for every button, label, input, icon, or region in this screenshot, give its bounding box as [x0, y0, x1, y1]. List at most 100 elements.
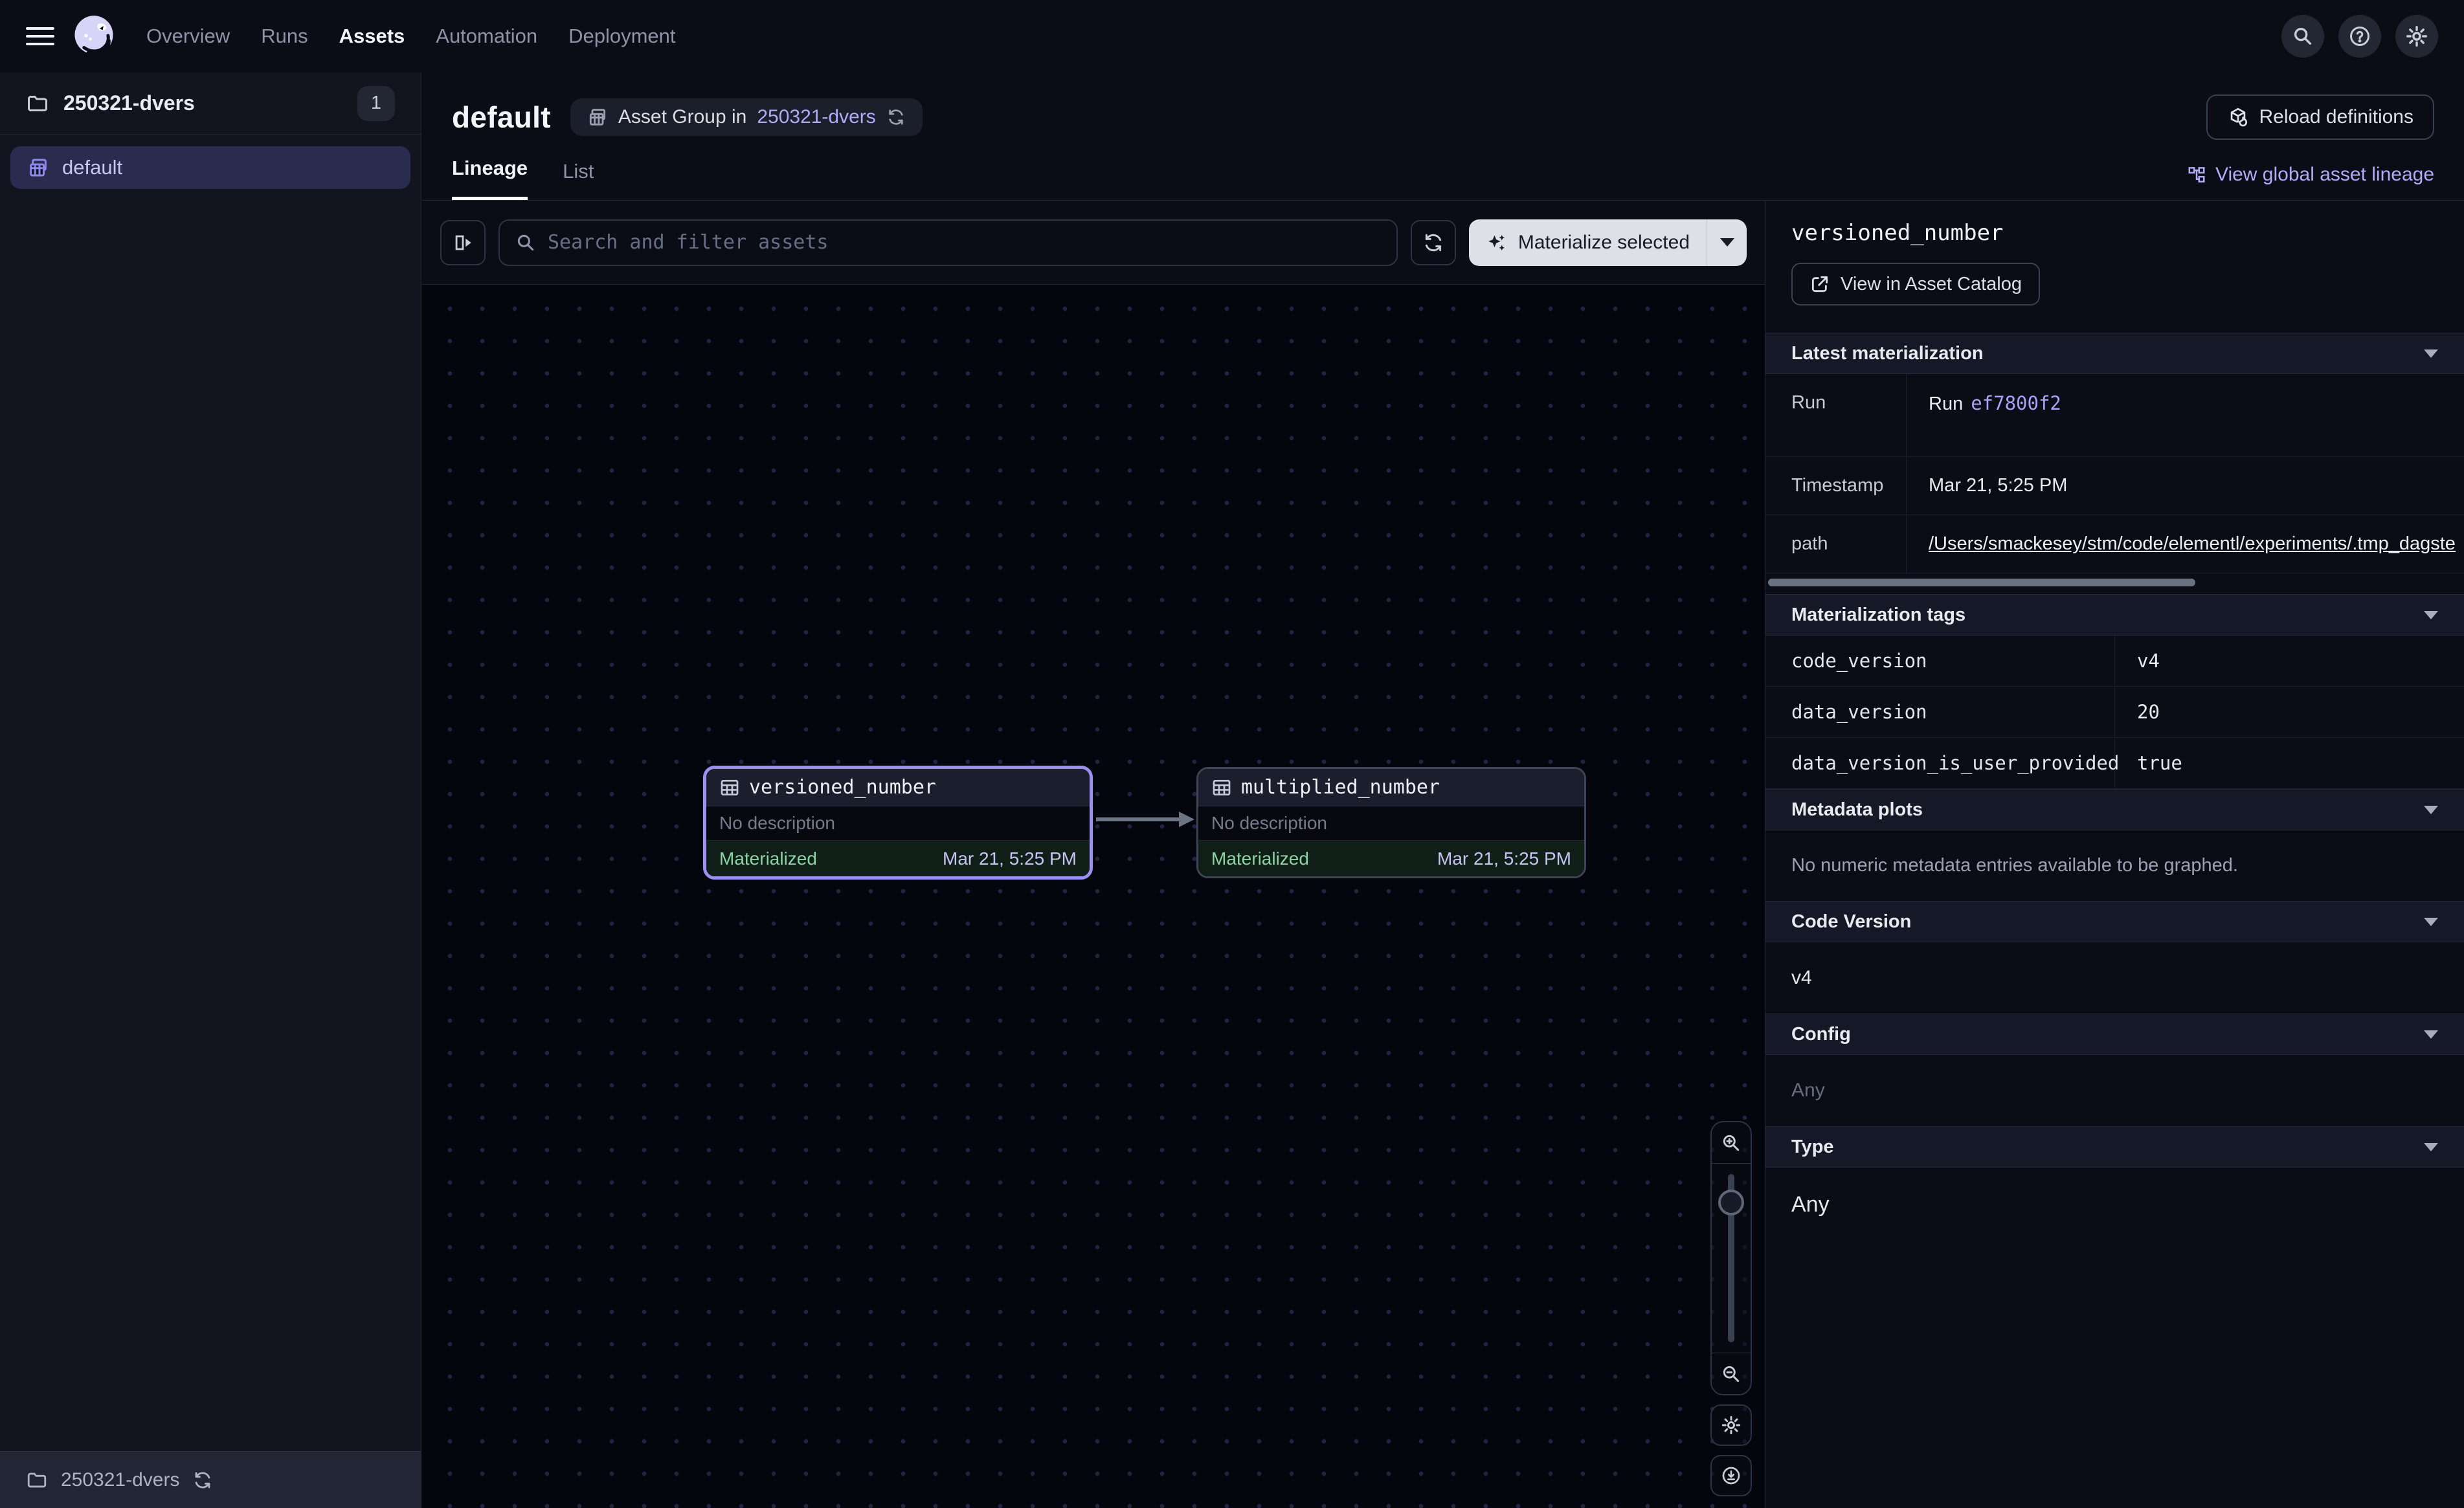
zoom-in-button[interactable] — [1712, 1122, 1751, 1164]
search-icon — [515, 232, 536, 253]
asset-group-badge: Asset Group in 250321-dvers — [570, 98, 923, 136]
asset-node-versioned-number[interactable]: versioned_number No description Material… — [703, 766, 1093, 880]
run-label: Run — [1765, 374, 1907, 456]
sidebar-footer: 250321-dvers — [0, 1451, 421, 1508]
section-materialization-tags[interactable]: Materialization tags — [1765, 594, 2464, 636]
view-in-asset-catalog-button[interactable]: View in Asset Catalog — [1791, 263, 2040, 305]
path-label: path — [1765, 515, 1907, 573]
nav-overview[interactable]: Overview — [146, 25, 230, 48]
panel-toggle-icon — [452, 232, 474, 254]
gear-icon — [2405, 25, 2428, 48]
graph-settings-button[interactable] — [1710, 1404, 1752, 1446]
folder-icon — [26, 1469, 48, 1491]
section-code-version[interactable]: Code Version — [1765, 901, 2464, 942]
nav-automation[interactable]: Automation — [436, 25, 537, 48]
zoom-out-button[interactable] — [1712, 1353, 1751, 1394]
page-header: default Asset Group in 250321-dvers Relo… — [422, 72, 2464, 144]
search-input[interactable] — [548, 231, 1381, 254]
tag-key: data_version_is_user_provided — [1765, 738, 2115, 788]
settings-button[interactable] — [2395, 15, 2438, 58]
asset-node-name: versioned_number — [749, 776, 936, 799]
lineage-graph-pane: Materialize selected versioned_number — [422, 201, 1765, 1508]
nav-runs[interactable]: Runs — [261, 25, 308, 48]
sparkle-icon — [1486, 232, 1508, 254]
tab-lineage[interactable]: Lineage — [452, 157, 528, 200]
top-nav: Overview Runs Assets Automation Deployme… — [0, 0, 2464, 72]
zoom-slider-thumb[interactable] — [1718, 1190, 1744, 1215]
footer-repo-name: 250321-dvers — [61, 1469, 179, 1491]
asset-search-field — [498, 219, 1398, 266]
nav-deployment[interactable]: Deployment — [568, 25, 675, 48]
horizontal-scrollbar[interactable] — [1768, 579, 2195, 586]
chevron-down-icon — [2424, 611, 2438, 619]
tag-value: v4 — [2115, 636, 2464, 686]
asset-group-icon — [587, 107, 608, 128]
path-row: path /Users/smackesey/stm/code/elementl/… — [1765, 515, 2464, 573]
tab-list[interactable]: List — [563, 160, 594, 200]
folder-icon — [26, 92, 49, 115]
refresh-icon[interactable] — [886, 107, 906, 127]
materialized-status-badge: Materialized — [719, 848, 817, 869]
chevron-down-icon — [2424, 806, 2438, 814]
reload-definitions-button[interactable]: Reload definitions — [2206, 94, 2435, 140]
refresh-icon — [1422, 232, 1444, 254]
materialize-selected-button[interactable]: Materialize selected — [1469, 219, 1707, 266]
refresh-icon[interactable] — [192, 1470, 213, 1491]
path-link[interactable]: /Users/smackesey/stm/code/elementl/exper… — [1929, 533, 2458, 555]
help-button[interactable] — [2338, 15, 2381, 58]
section-type[interactable]: Type — [1765, 1126, 2464, 1168]
asset-node-multiplied-number[interactable]: multiplied_number No description Materia… — [1196, 767, 1586, 878]
table-asset-icon — [719, 777, 740, 798]
nav-assets[interactable]: Assets — [339, 25, 405, 48]
materialize-options-dropdown[interactable] — [1707, 219, 1747, 266]
download-image-button[interactable] — [1710, 1455, 1752, 1496]
lineage-canvas[interactable]: versioned_number No description Material… — [422, 285, 1765, 1508]
tag-value: true — [2115, 738, 2464, 788]
chevron-down-icon — [2424, 1030, 2438, 1039]
repo-asset-count-badge: 1 — [357, 86, 395, 121]
dagster-logo[interactable] — [71, 14, 117, 59]
sidebar-repo-row[interactable]: 250321-dvers 1 — [0, 72, 421, 135]
run-id-link[interactable]: ef7800f2 — [1971, 392, 2061, 414]
tag-value: 20 — [2115, 687, 2464, 737]
config-value: Any — [1765, 1055, 2464, 1126]
sidebar-item-default-group[interactable]: default — [10, 146, 410, 189]
tag-row: code_version v4 — [1765, 636, 2464, 687]
run-row: Run Run ef7800f2 — [1765, 374, 2464, 457]
chevron-down-icon — [2424, 1143, 2438, 1151]
section-config[interactable]: Config — [1765, 1014, 2464, 1055]
view-global-asset-lineage-label: View global asset lineage — [2215, 164, 2434, 186]
section-heading: Latest materialization — [1791, 343, 1984, 364]
zoom-out-icon — [1721, 1364, 1742, 1384]
materialization-timestamp: Mar 21, 5:25 PM — [943, 848, 1077, 869]
graph-toolbar: Materialize selected — [422, 201, 1765, 285]
view-in-asset-catalog-label: View in Asset Catalog — [1841, 274, 2022, 295]
tag-row: data_version 20 — [1765, 687, 2464, 738]
asset-group-icon — [27, 157, 49, 179]
section-heading: Materialization tags — [1791, 604, 1966, 626]
tab-bar: Lineage List View global asset lineage — [422, 144, 2464, 201]
refresh-graph-button[interactable] — [1411, 220, 1456, 265]
materialize-selected-split-button: Materialize selected — [1469, 219, 1747, 266]
lineage-graph-icon — [2187, 165, 2206, 184]
type-value: Any — [1765, 1168, 2464, 1242]
chevron-down-icon — [1720, 238, 1734, 247]
badge-repo-link[interactable]: 250321-dvers — [757, 106, 875, 128]
chevron-down-icon — [2424, 349, 2438, 358]
asset-detail-title: versioned_number — [1765, 201, 2464, 246]
page-title: default — [452, 100, 551, 135]
asset-groups-sidebar: 250321-dvers 1 default 250321-dvers — [0, 72, 421, 1508]
search-button[interactable] — [2281, 15, 2324, 58]
hamburger-menu-icon[interactable] — [26, 22, 54, 50]
run-value-prefix: Run — [1929, 394, 1963, 414]
materialization-timestamp: Mar 21, 5:25 PM — [1437, 848, 1571, 869]
asset-node-description: No description — [706, 806, 1090, 840]
asset-details-panel: versioned_number View in Asset Catalog L… — [1765, 201, 2464, 1508]
section-latest-materialization[interactable]: Latest materialization — [1765, 333, 2464, 374]
view-global-asset-lineage-link[interactable]: View global asset lineage — [2187, 164, 2434, 200]
section-metadata-plots[interactable]: Metadata plots — [1765, 789, 2464, 830]
download-icon — [1721, 1465, 1742, 1486]
expand-sidebar-panel-button[interactable] — [440, 220, 486, 265]
zoom-slider[interactable] — [1712, 1164, 1751, 1353]
primary-nav: Overview Runs Assets Automation Deployme… — [146, 25, 676, 48]
